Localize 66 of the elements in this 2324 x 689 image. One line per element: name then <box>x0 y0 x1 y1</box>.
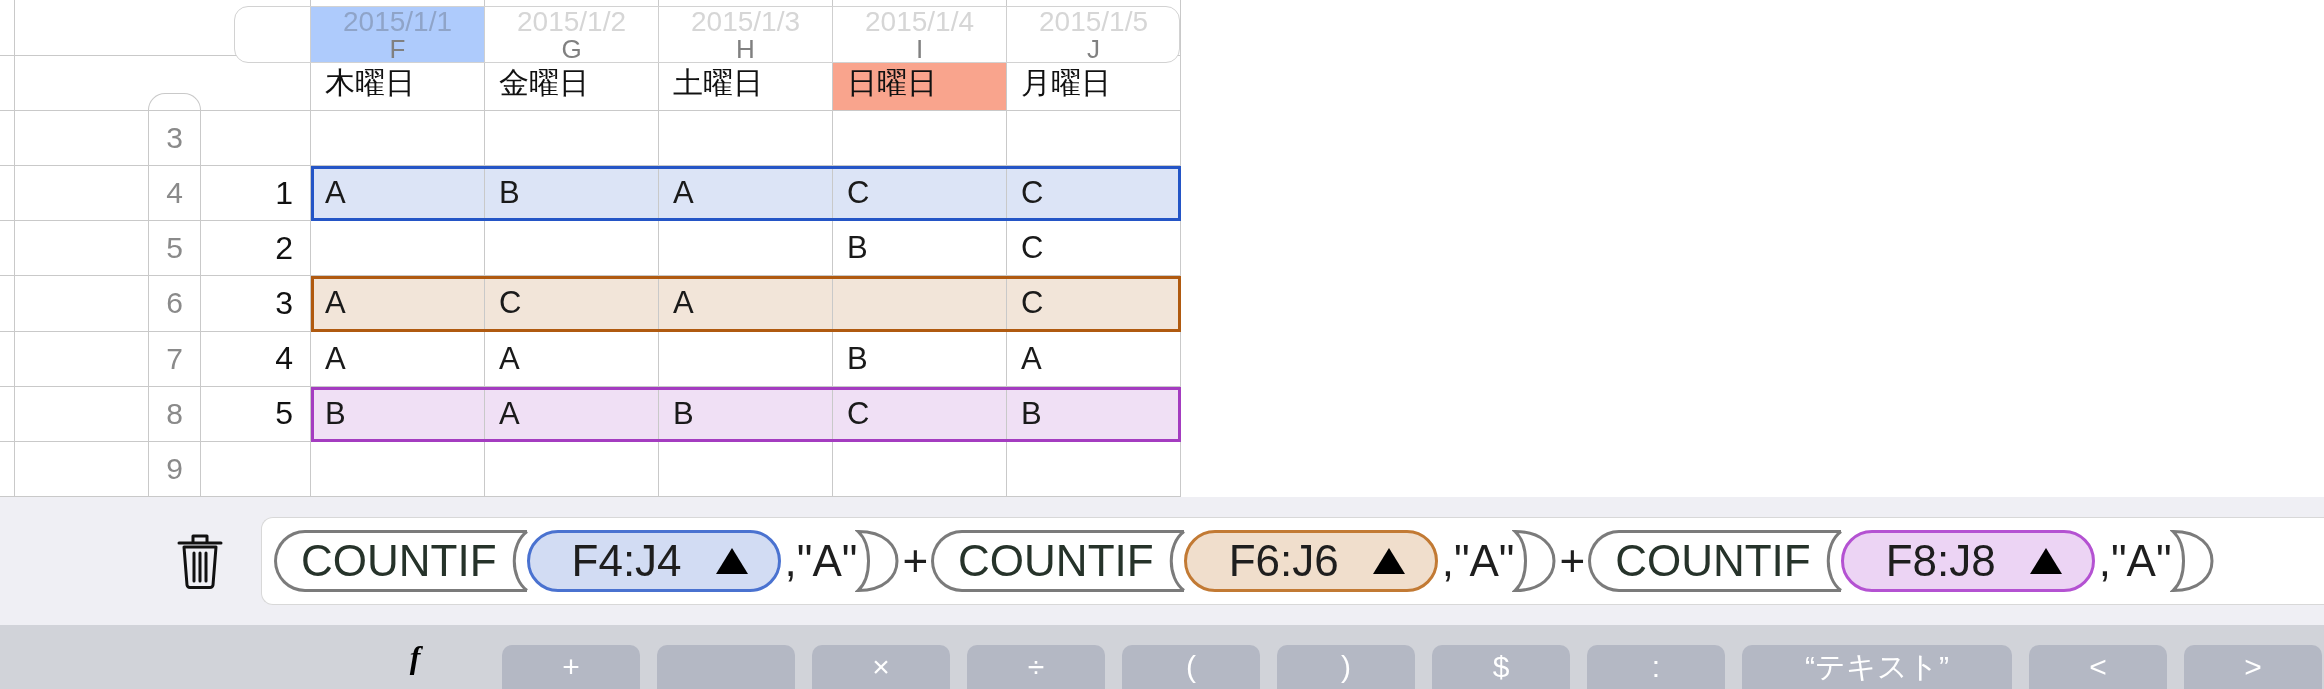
keyboard-key[interactable]: $ <box>1432 645 1570 689</box>
function-key[interactable]: f <box>380 635 450 679</box>
table-cell: A <box>485 331 659 387</box>
range-token[interactable]: F8:J8 <box>1840 530 2095 592</box>
formula-text: ,"A" <box>2097 536 2172 586</box>
table-cell: A <box>485 386 659 442</box>
operator-text: + <box>1559 536 1586 586</box>
table-cell: A <box>659 166 833 222</box>
table-cell: C <box>833 166 1007 222</box>
table-cell: C <box>485 276 659 332</box>
close-bracket-icon <box>1512 530 1557 592</box>
table-cell: A <box>311 276 485 332</box>
keyboard-key[interactable]: < <box>2029 645 2167 689</box>
function-token[interactable]: COUNTIF <box>274 530 527 592</box>
table-cell: A <box>1007 331 1181 387</box>
empty-cell <box>0 166 15 222</box>
row-header[interactable]: 8 <box>148 386 201 442</box>
empty-cell <box>0 386 15 442</box>
triangle-icon <box>2029 548 2062 574</box>
table-cell: B <box>833 331 1007 387</box>
keyboard-key[interactable]: ) <box>1277 645 1415 689</box>
table-cell: 2 <box>201 221 311 277</box>
keyboard-key[interactable]: × <box>812 645 950 689</box>
function-token[interactable]: COUNTIF <box>931 530 1184 592</box>
keyboard-key[interactable]: + <box>502 645 640 689</box>
row-header[interactable]: 7 <box>148 331 201 387</box>
formula-field[interactable]: COUNTIF F4:J4 ,"A" + COUNTIF F6:J6 ,"A" + COUNTIF F8:J8 ,"A" <box>261 517 2324 605</box>
row-header[interactable]: 3 <box>148 111 201 167</box>
close-bracket-icon <box>2169 530 2214 592</box>
range-token[interactable]: F6:J6 <box>1183 530 1438 592</box>
table-cell: C <box>1007 276 1181 332</box>
table-cell: C <box>1007 166 1181 222</box>
keyboard-key[interactable]: “テキスト” <box>1742 645 2012 689</box>
empty-cell <box>0 111 15 167</box>
table-cell: B <box>311 386 485 442</box>
keyboard-key[interactable]: ( <box>1122 645 1260 689</box>
row-header[interactable]: 9 <box>148 441 201 497</box>
table-cell: B <box>485 166 659 222</box>
empty-cell <box>0 441 15 497</box>
keyboard-key[interactable]: > <box>2184 645 2322 689</box>
range-token[interactable]: F4:J4 <box>526 530 781 592</box>
empty-cell <box>0 276 15 332</box>
row-header[interactable]: 6 <box>148 276 201 332</box>
table-cell: A <box>311 331 485 387</box>
formula-text: ,"A" <box>1440 536 1515 586</box>
trash-icon[interactable] <box>177 533 223 589</box>
row-header[interactable]: 5 <box>148 221 201 277</box>
empty-cell <box>0 331 15 387</box>
table-cell: B <box>659 386 833 442</box>
table-cell: 4 <box>201 331 311 387</box>
triangle-icon <box>1372 548 1405 574</box>
function-token[interactable]: COUNTIF <box>1588 530 1841 592</box>
table-cell: C <box>833 386 1007 442</box>
empty-cell <box>0 56 15 111</box>
empty-cell <box>0 0 15 56</box>
table-cell: A <box>311 166 485 222</box>
close-bracket-icon <box>855 530 900 592</box>
formula-text: ,"A" <box>783 536 858 586</box>
keyboard-key[interactable]: : <box>1587 645 1725 689</box>
triangle-icon <box>715 548 748 574</box>
table-cell: A <box>659 276 833 332</box>
operator-text: + <box>902 536 929 586</box>
keyboard-key[interactable]: ÷ <box>967 645 1105 689</box>
empty-cell <box>0 221 15 277</box>
table-cell: B <box>1007 386 1181 442</box>
row-header[interactable]: 4 <box>148 166 201 222</box>
